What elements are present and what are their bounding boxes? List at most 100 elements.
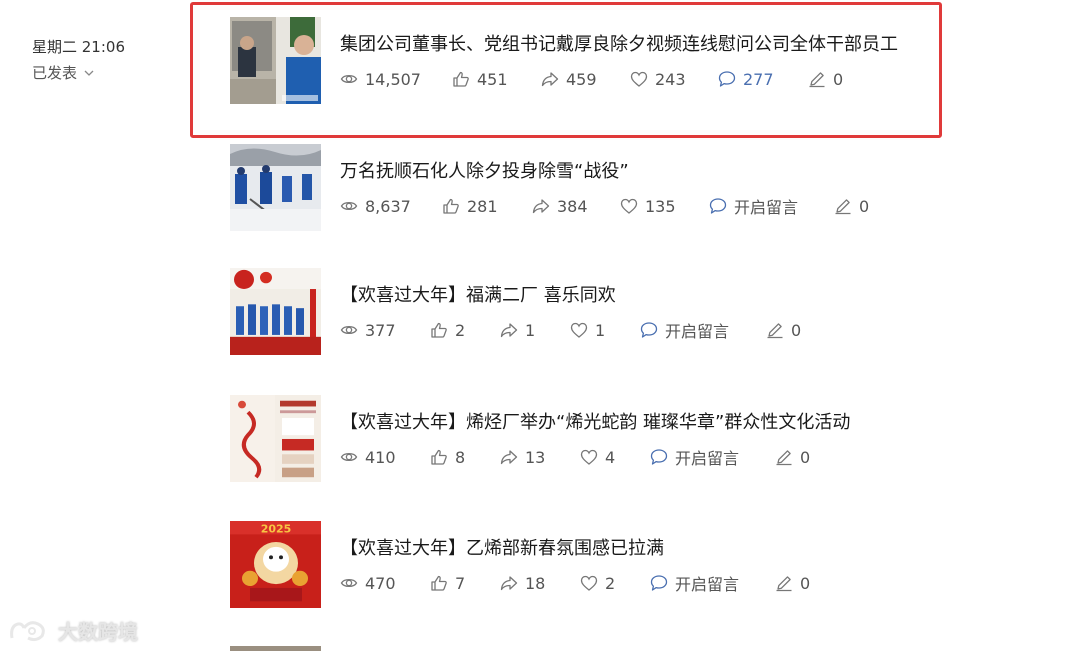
- thumbs-up-icon: [443, 198, 459, 214]
- publish-meta: 星期二 21:06 已发表: [32, 37, 125, 83]
- article-item[interactable]: 【欢喜过大年】福满二厂 喜乐同欢 377 2 1 1 开启留言 0: [230, 268, 930, 360]
- views-stat: 8,637: [340, 196, 411, 216]
- article-item[interactable]: 万名抚顺石化人除夕投身除雪“战役” 8,637 281 384 135 开启留言…: [230, 144, 930, 236]
- favorites-stat: 135: [620, 196, 676, 216]
- enable-comments-link: 开启留言: [675, 575, 740, 594]
- comment-icon: [650, 449, 668, 465]
- edits-stat[interactable]: 0: [766, 320, 801, 340]
- favorites-count: 1: [595, 320, 606, 340]
- new-year-poster-thumbnail-image: 2025: [230, 521, 321, 608]
- views-count: 377: [365, 320, 396, 340]
- article-item[interactable]: 集团公司董事长、党组书记戴厚良除夕视频连线慰问公司全体干部员工 14,507 4…: [230, 17, 930, 109]
- edits-stat[interactable]: 0: [808, 69, 843, 89]
- heart-icon: [570, 322, 588, 338]
- article-title[interactable]: 【欢喜过大年】福满二厂 喜乐同欢: [340, 284, 616, 308]
- likes-stat: 451: [452, 69, 508, 89]
- pencil-icon: [835, 199, 851, 215]
- thumbs-up-icon: [431, 449, 447, 465]
- shares-stat: 18: [500, 573, 545, 593]
- edits-count: 0: [859, 196, 870, 216]
- views-stat: 14,507: [340, 69, 421, 89]
- comments-stat[interactable]: 开启留言: [650, 573, 740, 594]
- heart-icon: [620, 198, 638, 214]
- pencil-icon: [776, 450, 792, 466]
- publish-status-dropdown[interactable]: 已发表: [32, 63, 125, 83]
- new-year-celebration-thumbnail-image: [230, 268, 321, 355]
- share-icon: [541, 72, 559, 87]
- enable-comments-link: 开启留言: [734, 198, 799, 217]
- enable-comments-link: 开启留言: [675, 449, 740, 468]
- views-count: 8,637: [365, 196, 411, 216]
- article-thumbnail[interactable]: 2025: [230, 521, 321, 608]
- favorites-count: 135: [645, 196, 676, 216]
- likes-count: 451: [477, 69, 508, 89]
- favorites-stat: 243: [630, 69, 686, 89]
- shares-stat: 13: [500, 447, 545, 467]
- watermark-text: 大数跨境: [58, 620, 138, 644]
- comments-count: 277: [743, 69, 774, 89]
- comments-stat[interactable]: 开启留言: [709, 196, 799, 217]
- comment-icon: [650, 575, 668, 591]
- views-count: 410: [365, 447, 396, 467]
- comments-stat[interactable]: 开启留言: [640, 320, 730, 341]
- video-call-thumbnail-image: [230, 17, 321, 104]
- thumbs-up-icon: [431, 322, 447, 338]
- partial-article-thumbnail: [230, 646, 321, 651]
- likes-count: 281: [467, 196, 498, 216]
- article-thumbnail[interactable]: [230, 268, 321, 355]
- comment-icon: [718, 71, 736, 87]
- article-title[interactable]: 【欢喜过大年】乙烯部新春氛围感已拉满: [340, 537, 664, 561]
- views-count: 470: [365, 573, 396, 593]
- comments-stat[interactable]: 277: [718, 69, 774, 89]
- thumbs-up-icon: [431, 575, 447, 591]
- shares-count: 1: [525, 320, 536, 340]
- article-item[interactable]: 2025 【欢喜过大年】乙烯部新春氛围感已拉满 470 7 18 2 开启留言 …: [230, 521, 930, 613]
- eye-icon: [340, 201, 358, 211]
- article-thumbnail[interactable]: [230, 395, 321, 482]
- views-stat: 470: [340, 573, 396, 593]
- likes-count: 8: [455, 447, 466, 467]
- eye-icon: [340, 452, 358, 462]
- article-title[interactable]: 万名抚顺石化人除夕投身除雪“战役”: [340, 160, 629, 184]
- thumbs-up-icon: [453, 71, 469, 87]
- shares-stat: 384: [532, 196, 588, 216]
- svg-text:2025: 2025: [261, 523, 292, 536]
- likes-stat: 8: [430, 447, 465, 467]
- likes-count: 7: [455, 573, 466, 593]
- article-thumbnail[interactable]: [230, 144, 321, 231]
- article-title[interactable]: 【欢喜过大年】烯烃厂举办“烯光蛇韵 璀璨华章”群众性文化活动: [340, 411, 850, 435]
- likes-stat: 2: [430, 320, 465, 340]
- likes-stat: 281: [442, 196, 498, 216]
- chevron-down-icon: [84, 70, 94, 76]
- pencil-icon: [776, 576, 792, 592]
- comments-stat[interactable]: 开启留言: [650, 447, 740, 468]
- edits-stat[interactable]: 0: [775, 447, 810, 467]
- views-stat: 410: [340, 447, 396, 467]
- edits-count: 0: [800, 447, 811, 467]
- likes-stat: 7: [430, 573, 465, 593]
- views-count: 14,507: [365, 69, 421, 89]
- watermark: 大数跨境: [8, 616, 138, 645]
- enable-comments-link: 开启留言: [665, 322, 730, 341]
- share-icon: [500, 576, 518, 591]
- watermark-logo-icon: [10, 620, 45, 641]
- likes-count: 2: [455, 320, 466, 340]
- article-item[interactable]: 【欢喜过大年】烯烃厂举办“烯光蛇韵 璀璨华章”群众性文化活动 410 8 13 …: [230, 395, 930, 487]
- shares-count: 18: [525, 573, 546, 593]
- favorites-stat: 2: [580, 573, 615, 593]
- edits-count: 0: [800, 573, 811, 593]
- shares-count: 384: [557, 196, 588, 216]
- favorites-count: 4: [605, 447, 616, 467]
- share-icon: [532, 199, 550, 214]
- heart-icon: [580, 449, 598, 465]
- snow-rhyme-poster-thumbnail-image: [230, 395, 321, 482]
- favorites-stat: 1: [570, 320, 605, 340]
- comment-icon: [640, 322, 658, 338]
- article-thumbnail[interactable]: [230, 17, 321, 104]
- edits-stat[interactable]: 0: [775, 573, 810, 593]
- publish-time: 星期二 21:06: [32, 38, 125, 56]
- snow-clearing-thumbnail-image: [230, 144, 321, 231]
- shares-stat: 1: [500, 320, 535, 340]
- article-title[interactable]: 集团公司董事长、党组书记戴厚良除夕视频连线慰问公司全体干部员工: [340, 33, 898, 57]
- edits-stat[interactable]: 0: [834, 196, 869, 216]
